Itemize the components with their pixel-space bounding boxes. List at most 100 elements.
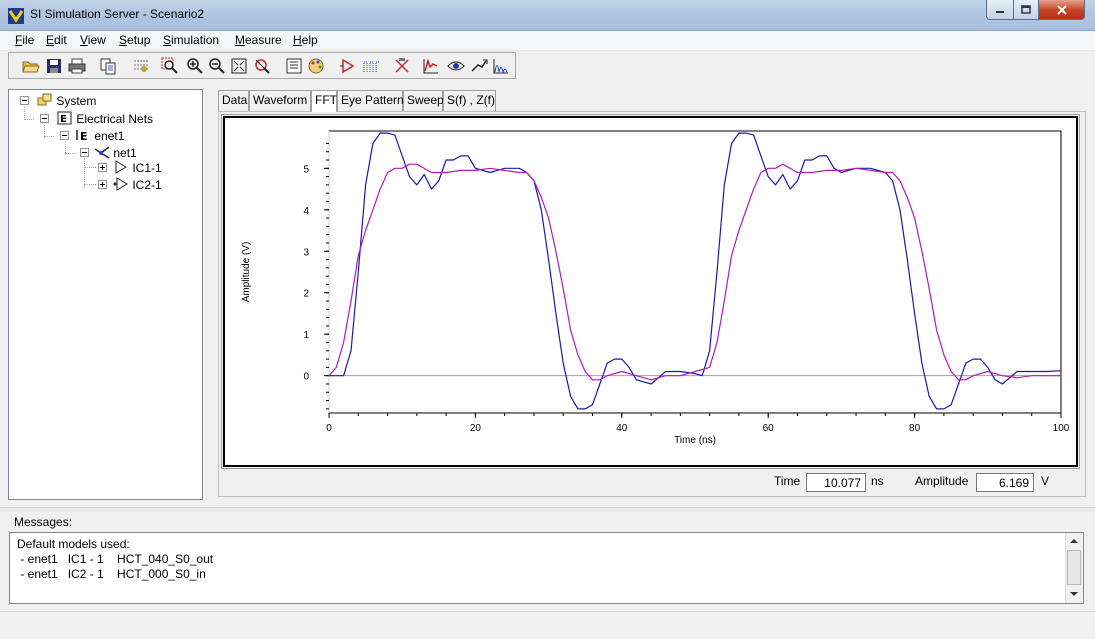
menu-measure[interactable]: Measure xyxy=(235,33,282,47)
minimize-button[interactable] xyxy=(986,0,1014,20)
menu-file[interactable]: File xyxy=(15,33,34,47)
y-tick-label: 5 xyxy=(303,164,309,175)
zoom-out-icon[interactable] xyxy=(208,57,226,75)
menu-view-mnemonic: V xyxy=(80,33,88,47)
zoom-in-icon[interactable] xyxy=(186,57,204,75)
pane-splitter[interactable] xyxy=(0,507,1095,511)
time-value-field[interactable]: 10.077 xyxy=(806,473,866,492)
status-bar xyxy=(0,611,1095,639)
tab-sweep-label: Sweep xyxy=(407,93,444,107)
scroll-up-button[interactable] xyxy=(1066,533,1082,549)
x-tick-label: 60 xyxy=(763,423,775,434)
y-tick-label: 4 xyxy=(303,206,309,217)
driver-buffer-icon xyxy=(115,160,127,174)
x-tick-label: 100 xyxy=(1053,423,1070,434)
tree-item-ic1-label: IC1-1 xyxy=(132,161,162,175)
zoom-fit-icon[interactable] xyxy=(230,57,248,75)
maximize-icon xyxy=(1021,4,1031,14)
message-line: Default models used: xyxy=(17,537,130,551)
tab-eye-pattern-label: Eye Pattern xyxy=(341,93,404,107)
menu-setup-label: etup xyxy=(127,33,151,47)
menu-view[interactable]: View xyxy=(80,33,106,47)
tree-expand-ic2[interactable] xyxy=(98,180,107,189)
tree-item-system[interactable]: System xyxy=(37,93,96,108)
close-button[interactable] xyxy=(1038,0,1085,20)
open-folder-icon[interactable] xyxy=(22,57,40,75)
tree-item-system-label: System xyxy=(56,94,97,108)
tree-collapse-system[interactable] xyxy=(20,96,29,105)
close-icon xyxy=(1056,4,1067,15)
pattern-icon[interactable] xyxy=(132,57,150,75)
driver-icon[interactable] xyxy=(339,57,357,75)
palette-icon[interactable] xyxy=(307,57,325,75)
x-axis-label: Time (ns) xyxy=(674,435,716,446)
menu-help[interactable]: Help xyxy=(293,33,318,47)
app-icon xyxy=(8,8,24,24)
arrow-down-icon xyxy=(1070,592,1078,596)
messages-scrollbar[interactable] xyxy=(1065,533,1083,603)
waveform-chart[interactable]: 0 20 40 60 80 100 0 1 2 3 4 5 Time (ns) Amplitude (V) xyxy=(225,118,1076,465)
tree-item-enet1[interactable]: E enet1 xyxy=(75,128,124,143)
tree-item-net1[interactable]: net1 xyxy=(94,145,137,160)
toolbar xyxy=(8,52,516,79)
tree-expand-ic1[interactable] xyxy=(98,163,107,172)
tab-data[interactable]: Data xyxy=(218,90,249,111)
messages-box[interactable]: Default models used: - enet1 IC1 - 1 HCT… xyxy=(9,532,1084,604)
time-label: Time xyxy=(774,474,801,488)
y-tick-label: 1 xyxy=(303,330,309,341)
menu-simulation-mnemonic: S xyxy=(163,33,172,47)
probe-icon[interactable] xyxy=(393,57,411,75)
copy-icon[interactable] xyxy=(99,57,117,75)
tab-fft[interactable]: FFT xyxy=(311,90,337,112)
tab-sweep[interactable]: Sweep xyxy=(403,90,444,111)
maximize-button[interactable] xyxy=(1013,0,1039,20)
zoom-reset-icon[interactable] xyxy=(253,57,271,75)
menu-edit[interactable]: Edit xyxy=(46,33,67,47)
tree-item-electrical-nets-label: Electrical Nets xyxy=(76,112,154,126)
menu-setup[interactable]: Setup xyxy=(119,33,150,47)
zoom-window-icon[interactable] xyxy=(161,57,179,75)
tab-waveform-label: Waveform xyxy=(253,93,308,107)
save-icon[interactable] xyxy=(45,57,63,75)
scroll-thumb[interactable] xyxy=(1067,550,1081,585)
message-line: - enet1 IC1 - 1 HCT_040_S0_out xyxy=(17,552,214,566)
menu-help-label: elp xyxy=(301,33,318,47)
tab-s-z[interactable]: S(f) , Z(f) xyxy=(443,90,496,111)
electrical-nets-icon: E xyxy=(57,111,72,125)
system-tree: System E Electrical Nets E enet1 net1 IC… xyxy=(8,89,203,500)
x-tick-label: 40 xyxy=(616,423,628,434)
x-tick-label: 0 xyxy=(326,423,332,434)
y-tick-label: 2 xyxy=(303,289,309,300)
minimize-icon xyxy=(996,10,1004,13)
tab-eye-pattern[interactable]: Eye Pattern xyxy=(337,90,404,111)
tree-item-ic1[interactable]: IC1-1 xyxy=(113,160,162,175)
menu-view-label: iew xyxy=(87,33,106,47)
messages-label: Messages: xyxy=(14,515,73,529)
bus-icon[interactable] xyxy=(362,57,380,75)
tree-item-ic2[interactable]: IC2-1 xyxy=(113,177,162,192)
tree-collapse-enet1[interactable] xyxy=(60,131,69,140)
scroll-down-button[interactable] xyxy=(1066,586,1082,602)
tree-item-electrical-nets[interactable]: E Electrical Nets xyxy=(57,111,153,126)
enet-icon: E xyxy=(76,130,88,143)
tree-item-enet1-label: enet1 xyxy=(94,129,125,143)
tab-waveform[interactable]: Waveform xyxy=(249,90,311,111)
y-axis-label: Amplitude (V) xyxy=(241,242,252,303)
sweep-icon[interactable] xyxy=(470,57,488,75)
waveform-icon[interactable] xyxy=(422,57,440,75)
amplitude-value-field[interactable]: 6.169 xyxy=(976,473,1034,492)
menu-simulation[interactable]: Simulation xyxy=(163,33,219,47)
y-tick-label: 0 xyxy=(303,372,309,383)
system-icon xyxy=(37,93,52,106)
menu-measure-label: easure xyxy=(245,33,282,47)
list-icon[interactable] xyxy=(285,57,303,75)
spectrum-icon[interactable] xyxy=(492,57,510,75)
svg-text:E: E xyxy=(60,114,67,125)
menu-measure-mnemonic: M xyxy=(235,33,245,47)
tree-collapse-net1[interactable] xyxy=(80,148,89,157)
eye-icon[interactable] xyxy=(447,57,465,75)
x-tick-label: 20 xyxy=(470,423,482,434)
print-icon[interactable] xyxy=(68,57,86,75)
x-tick-label: 80 xyxy=(909,423,921,434)
tree-collapse-electrical-nets[interactable] xyxy=(40,114,49,123)
